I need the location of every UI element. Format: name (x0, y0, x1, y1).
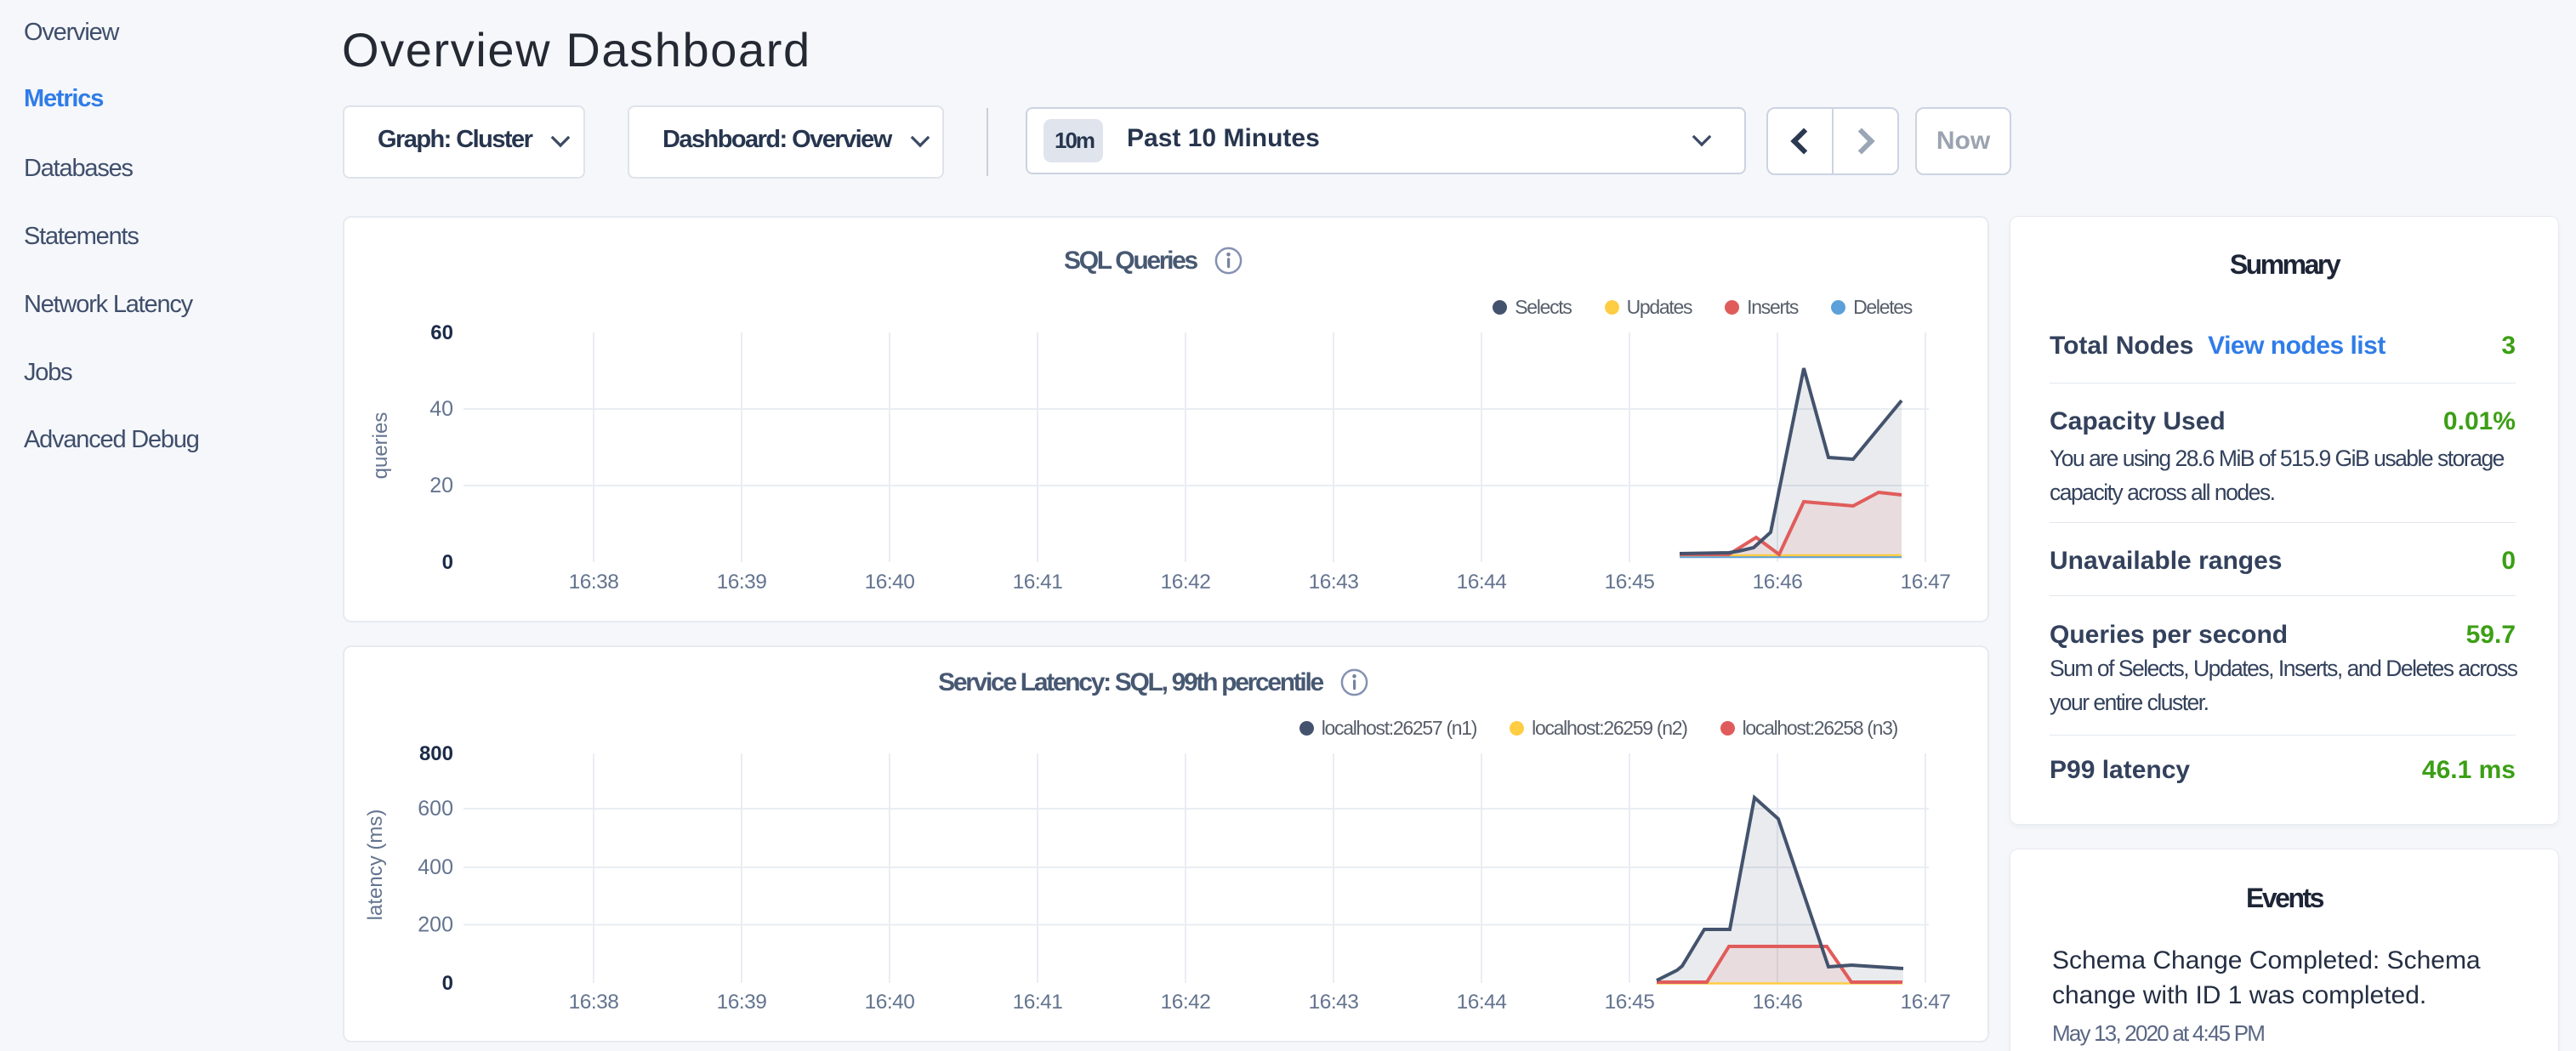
svg-text:16:46: 16:46 (1753, 571, 1803, 594)
svg-text:16:44: 16:44 (1457, 991, 1507, 1014)
svg-text:16:41: 16:41 (1013, 571, 1063, 594)
svg-text:16:47: 16:47 (1901, 991, 1951, 1014)
svg-text:16:39: 16:39 (717, 991, 767, 1014)
svg-text:800: 800 (419, 742, 453, 765)
svg-text:16:40: 16:40 (865, 991, 915, 1014)
svg-text:16:38: 16:38 (569, 571, 619, 594)
svg-text:queries: queries (369, 412, 392, 480)
svg-text:400: 400 (418, 855, 453, 879)
svg-text:20: 20 (429, 474, 453, 497)
svg-text:16:42: 16:42 (1161, 991, 1211, 1014)
svg-text:16:46: 16:46 (1753, 991, 1803, 1014)
svg-text:40: 40 (429, 397, 453, 421)
svg-text:200: 200 (418, 913, 453, 937)
svg-text:16:40: 16:40 (865, 571, 915, 594)
svg-text:16:43: 16:43 (1309, 571, 1359, 594)
svg-text:0: 0 (442, 972, 453, 995)
svg-text:16:44: 16:44 (1457, 571, 1507, 594)
svg-text:600: 600 (418, 797, 453, 821)
svg-text:60: 60 (430, 321, 453, 344)
svg-text:latency (ms): latency (ms) (364, 810, 387, 921)
svg-text:16:43: 16:43 (1309, 991, 1359, 1014)
svg-text:16:38: 16:38 (569, 991, 619, 1014)
svg-text:16:47: 16:47 (1901, 571, 1951, 594)
svg-text:16:42: 16:42 (1161, 571, 1211, 594)
svg-text:16:45: 16:45 (1605, 991, 1655, 1014)
svg-text:16:39: 16:39 (717, 571, 767, 594)
svg-text:16:41: 16:41 (1013, 991, 1063, 1014)
svg-text:16:45: 16:45 (1605, 571, 1655, 594)
svg-text:0: 0 (442, 551, 453, 574)
